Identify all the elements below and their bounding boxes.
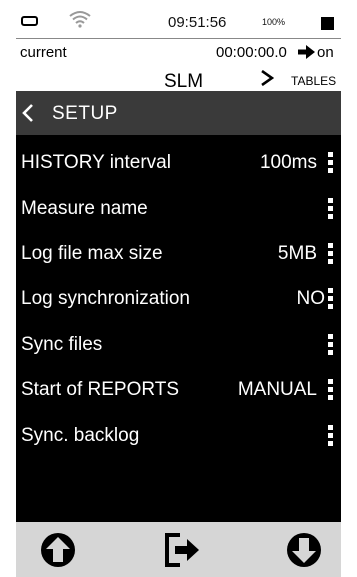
status-bar: 09:51:56 100% <box>16 0 341 39</box>
setting-row-log-synchronization[interactable]: Log synchronization NO <box>16 276 341 320</box>
setting-row-history-interval[interactable]: HISTORY interval 100ms <box>16 140 341 184</box>
setting-row-sync-files[interactable]: Sync files <box>16 322 341 366</box>
setup-title: SETUP <box>52 103 118 124</box>
clock-time: 09:51:56 <box>168 14 227 31</box>
chevron-left-icon[interactable] <box>22 104 34 122</box>
more-options-icon[interactable] <box>328 425 334 447</box>
arrow-up-circle-icon[interactable] <box>38 529 78 571</box>
screen-title: SLM <box>164 71 204 92</box>
setting-label: Sync. backlog <box>21 425 140 446</box>
setting-label: Start of REPORTS <box>21 379 180 400</box>
more-options-icon[interactable] <box>328 334 334 356</box>
right-arrow-icon <box>298 45 315 59</box>
wifi-icon <box>69 11 91 28</box>
setting-row-measure-name[interactable]: Measure name <box>16 186 341 230</box>
setup-header[interactable]: SETUP <box>16 91 341 135</box>
exit-icon[interactable] <box>162 529 202 571</box>
mode-label: current <box>20 44 67 61</box>
setting-value: 100ms <box>259 152 317 173</box>
chevron-right-icon[interactable] <box>260 70 274 86</box>
bottom-toolbar <box>16 522 341 577</box>
setting-value: NO <box>296 288 326 309</box>
stop-square-icon[interactable] <box>321 17 334 30</box>
setting-row-sync-backlog[interactable]: Sync. backlog <box>16 413 341 457</box>
setting-label: Log file max size <box>21 243 163 264</box>
elapsed-timer: 00:00:00.0 <box>216 44 287 61</box>
nav-row: SLM TABLES <box>16 69 341 92</box>
setting-row-start-of-reports[interactable]: Start of REPORTS MANUAL <box>16 367 341 411</box>
more-options-icon[interactable] <box>328 152 334 174</box>
more-options-icon[interactable] <box>328 243 334 265</box>
setting-label: Measure name <box>21 198 148 219</box>
setting-label: HISTORY interval <box>21 152 171 173</box>
setting-value: 5MB <box>277 243 317 264</box>
info-row: current 00:00:00.0 on <box>16 39 341 69</box>
battery-icon <box>21 16 38 26</box>
recording-state: on <box>317 44 334 61</box>
more-options-icon[interactable] <box>328 379 334 401</box>
setting-label: Sync files <box>21 334 103 355</box>
device-screen: 09:51:56 100% current 00:00:00.0 on SLM … <box>16 0 341 577</box>
more-options-icon[interactable] <box>328 198 334 220</box>
battery-percent: 100% <box>262 17 286 27</box>
more-options-icon[interactable] <box>328 288 334 310</box>
setting-label: Log synchronization <box>21 288 190 309</box>
setting-value: MANUAL <box>237 379 317 400</box>
arrow-down-circle-icon[interactable] <box>284 529 324 571</box>
tables-link[interactable]: TABLES <box>291 74 336 88</box>
setting-row-log-file-max-size[interactable]: Log file max size 5MB <box>16 231 341 275</box>
